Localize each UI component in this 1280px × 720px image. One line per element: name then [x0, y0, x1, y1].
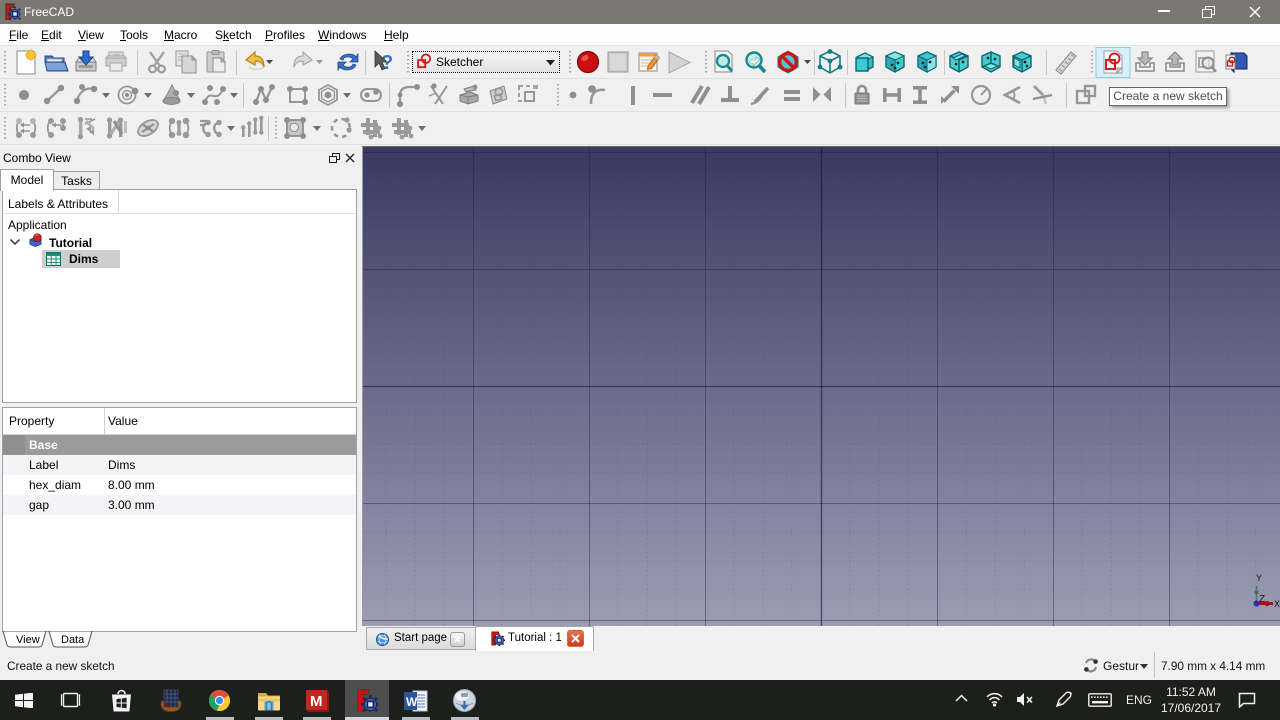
svg-text:M: M — [310, 693, 323, 710]
svg-text:Y: Y — [1256, 573, 1262, 583]
svg-text:X: X — [1274, 599, 1280, 609]
svg-text:Data: Data — [61, 634, 85, 646]
svg-text:W: W — [406, 695, 418, 709]
svg-text:View: View — [16, 634, 40, 646]
svg-text:Z: Z — [1259, 594, 1265, 605]
